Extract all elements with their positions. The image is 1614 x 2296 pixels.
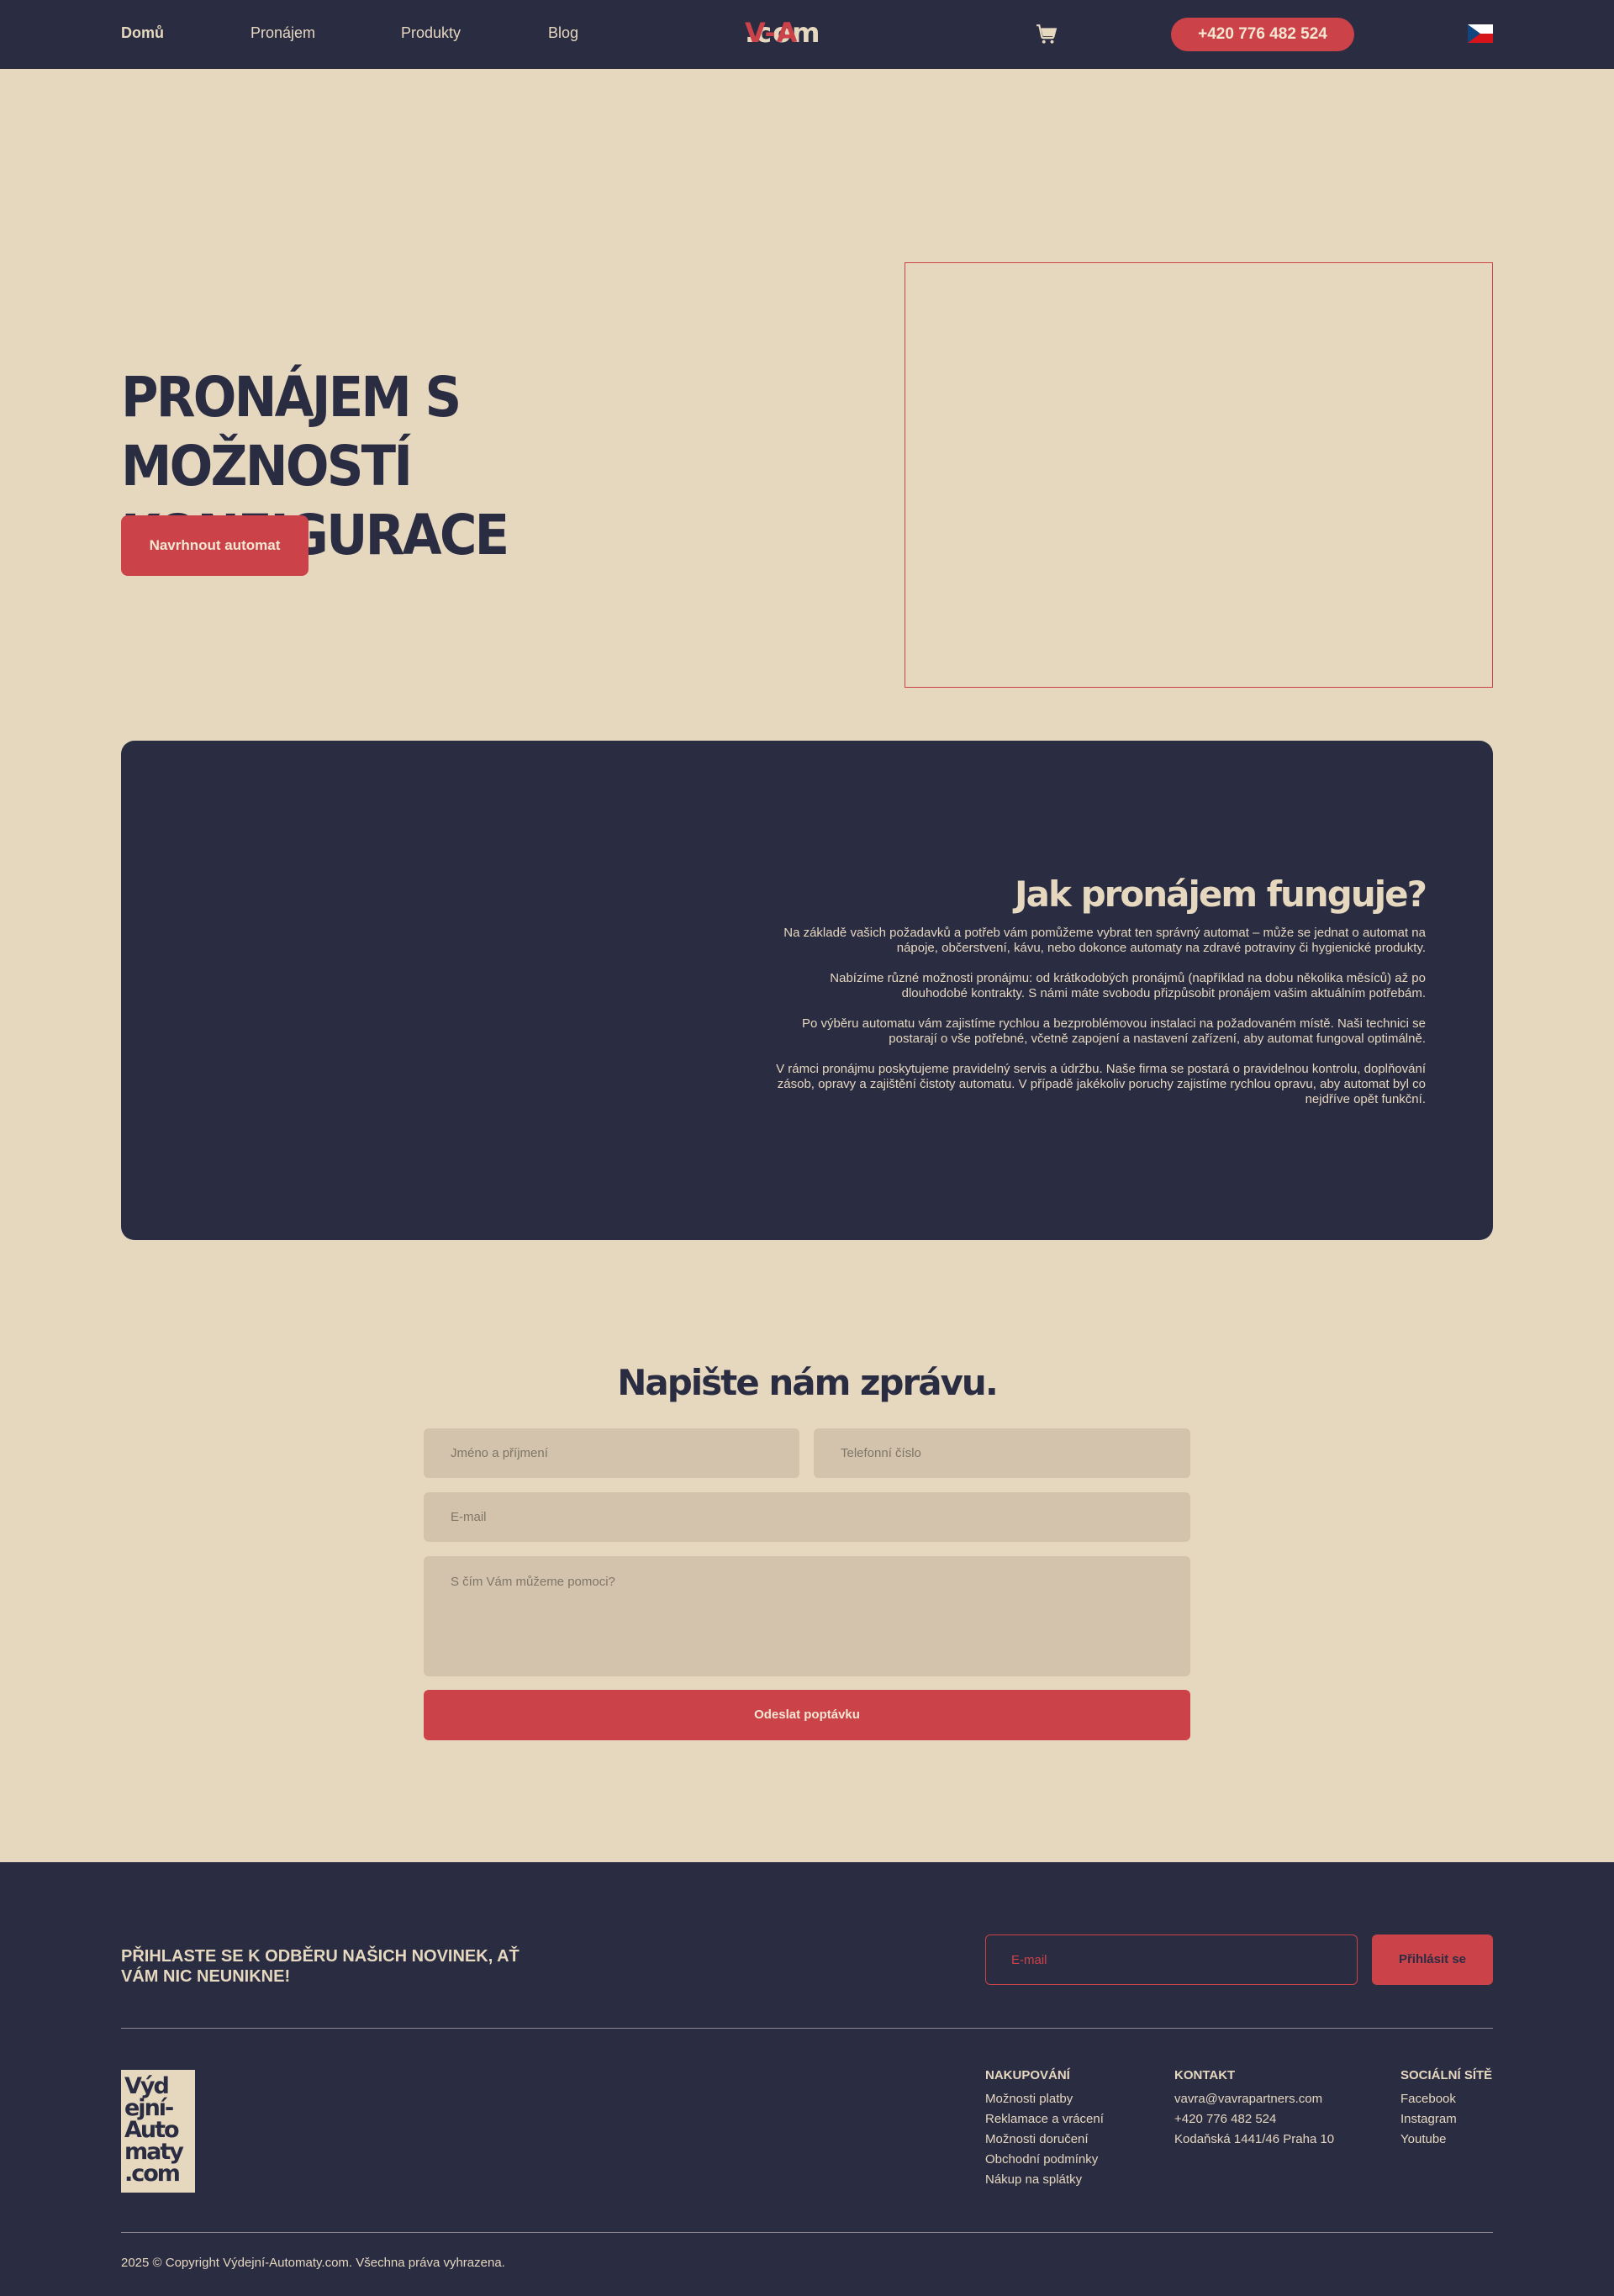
name-input[interactable] xyxy=(424,1428,799,1478)
footer: PŘIHLASTE SE K ODBĚRU NAŠICH NOVINEK, AŤ… xyxy=(0,1862,1614,2296)
newsletter-subscribe-button[interactable]: Přihlásit se xyxy=(1372,1934,1493,1985)
phone-button[interactable]: +420 776 482 524 xyxy=(1171,18,1354,51)
logo-part-primary: V-A xyxy=(745,17,799,49)
footer-link-delivery-options[interactable]: Možnosti doručení xyxy=(985,2130,1104,2150)
how-rental-works-section: Jak pronájem funguje? Na základě vašich … xyxy=(121,741,1493,1240)
nav-link-rental[interactable]: Pronájem xyxy=(251,24,315,42)
footer-link-instagram[interactable]: Instagram xyxy=(1400,2109,1492,2130)
footer-logo[interactable]: Výd ejní- Auto maty .com xyxy=(121,2070,195,2193)
nav-link-blog[interactable]: Blog xyxy=(548,24,578,42)
czech-flag-icon[interactable] xyxy=(1468,24,1493,43)
how-rental-works-title: Jak pronájem funguje? xyxy=(1015,874,1427,915)
newsletter-email-input[interactable] xyxy=(985,1934,1358,1985)
how-paragraph: V rámci pronájmu poskytujeme pravidelný … xyxy=(776,1062,1426,1106)
footer-link-returns[interactable]: Reklamace a vrácení xyxy=(985,2109,1104,2130)
hero-image-frame xyxy=(905,262,1493,688)
svg-text:.com: .com xyxy=(124,2161,179,2187)
footer-column-contact: KONTAKT vavra@vavrapartners.com +420 776… xyxy=(1174,2068,1334,2150)
footer-column-title: NAKUPOVÁNÍ xyxy=(985,2068,1070,2082)
footer-divider xyxy=(121,2232,1493,2233)
how-paragraph: Po výběru automatu vám zajistíme rychlou… xyxy=(801,1016,1426,1046)
hero-title-line-1: PRONÁJEM S MOŽNOSTÍ xyxy=(121,365,462,499)
top-navigation: Domů Pronájem Produkty Blog V-A .com +420… xyxy=(0,0,1614,69)
message-textarea[interactable] xyxy=(424,1556,1190,1676)
footer-column-title: SOCIÁLNÍ SÍTĚ xyxy=(1400,2068,1493,2082)
design-machine-button[interactable]: Navrhnout automat xyxy=(121,515,309,576)
footer-column-shopping: NAKUPOVÁNÍ Možnosti platby Reklamace a v… xyxy=(985,2068,1104,2190)
how-paragraph: Na základě vašich požadavků a potřeb vám… xyxy=(783,926,1426,955)
send-inquiry-button[interactable]: Odeslat poptávku xyxy=(424,1690,1190,1740)
nav-link-products[interactable]: Produkty xyxy=(401,24,461,42)
footer-link-installments[interactable]: Nákup na splátky xyxy=(985,2170,1104,2190)
newsletter-text: PŘIHLASTE SE K ODBĚRU NAŠICH NOVINEK, AŤ… xyxy=(121,1947,520,1986)
nav-link-home[interactable]: Domů xyxy=(121,24,164,42)
footer-link-terms[interactable]: Obchodní podmínky xyxy=(985,2150,1104,2170)
shopping-cart-icon[interactable] xyxy=(1036,24,1058,45)
how-paragraph: Nabízíme různé možnosti pronájmu: od krá… xyxy=(830,971,1426,1000)
footer-link-facebook[interactable]: Facebook xyxy=(1400,2089,1492,2109)
phone-input[interactable] xyxy=(814,1428,1190,1478)
email-input[interactable] xyxy=(424,1492,1190,1542)
footer-link-payment-options[interactable]: Možnosti platby xyxy=(985,2089,1104,2109)
how-rental-works-text: Na základě vašich požadavků a potřeb vám… xyxy=(770,926,1426,1122)
contact-form-title: Napište nám zprávu. xyxy=(617,1362,999,1403)
footer-contact-address: Kodaňská 1441/46 Praha 10 xyxy=(1174,2132,1335,2146)
site-logo[interactable]: V-A .com xyxy=(745,17,820,49)
footer-link-youtube[interactable]: Youtube xyxy=(1400,2130,1492,2150)
copyright-text: 2025 © Copyright Výdejní-Automaty.com. V… xyxy=(121,2256,505,2270)
footer-contact-phone[interactable]: +420 776 482 524 xyxy=(1174,2109,1334,2130)
footer-contact-email[interactable]: vavra@vavrapartners.com xyxy=(1174,2089,1334,2109)
footer-column-social: SOCIÁLNÍ SÍTĚ Facebook Instagram Youtube xyxy=(1400,2068,1492,2150)
footer-column-title: KONTAKT xyxy=(1174,2068,1236,2082)
footer-divider xyxy=(121,2028,1493,2029)
